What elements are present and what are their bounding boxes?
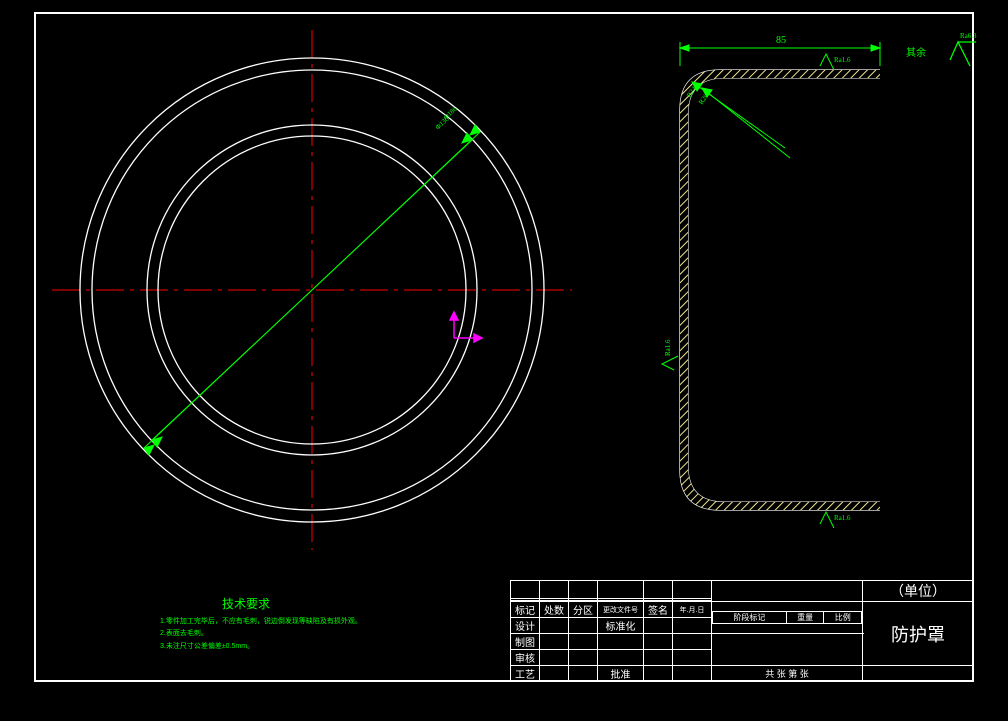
section-arrow-icon: [450, 312, 482, 342]
front-view: Φ130 Φ186: [52, 30, 572, 550]
finish-symbol-left: Ra1.6: [662, 339, 678, 370]
note-2: 2.表面去毛刺。: [160, 628, 362, 641]
dim-85: 85: [776, 35, 786, 46]
technical-requirements: 技术要求 1.零件加工完毕后，不应有毛刺，锐边倒发现等缺陷及有损外观。 2.表面…: [160, 594, 362, 653]
global-finish: 其余 Ra6.3: [906, 32, 977, 66]
svg-text:Ra1.6: Ra1.6: [834, 56, 851, 64]
svg-text:Ra6.3: Ra6.3: [960, 32, 977, 40]
svg-text:其余: 其余: [906, 46, 926, 59]
title-block: （单位） 标记 处数 分区 更改文件号 签名 年.月.日 阶段标记重量比例 防护…: [510, 580, 974, 682]
finish-symbol-bottom: Ra1.6: [820, 512, 851, 528]
svg-text:Ra1.6: Ra1.6: [834, 514, 851, 522]
finish-symbol-top: Ra1.6: [820, 54, 851, 70]
svg-text:Ra1.6: Ra1.6: [664, 339, 672, 356]
notes-title: 技术要求: [222, 594, 362, 616]
unit-cell: （单位）: [863, 581, 974, 602]
part-name-cell: 防护罩: [863, 602, 974, 666]
section-view: 85 R24 R20 Ra1.6 Ra1.6 Ra1.6: [662, 35, 880, 528]
note-1: 1.零件加工完毕后，不应有毛刺，锐边倒发现等缺陷及有损外观。: [160, 616, 362, 629]
note-3: 3.未注尺寸公差偏差±0.5mm。: [160, 641, 362, 654]
